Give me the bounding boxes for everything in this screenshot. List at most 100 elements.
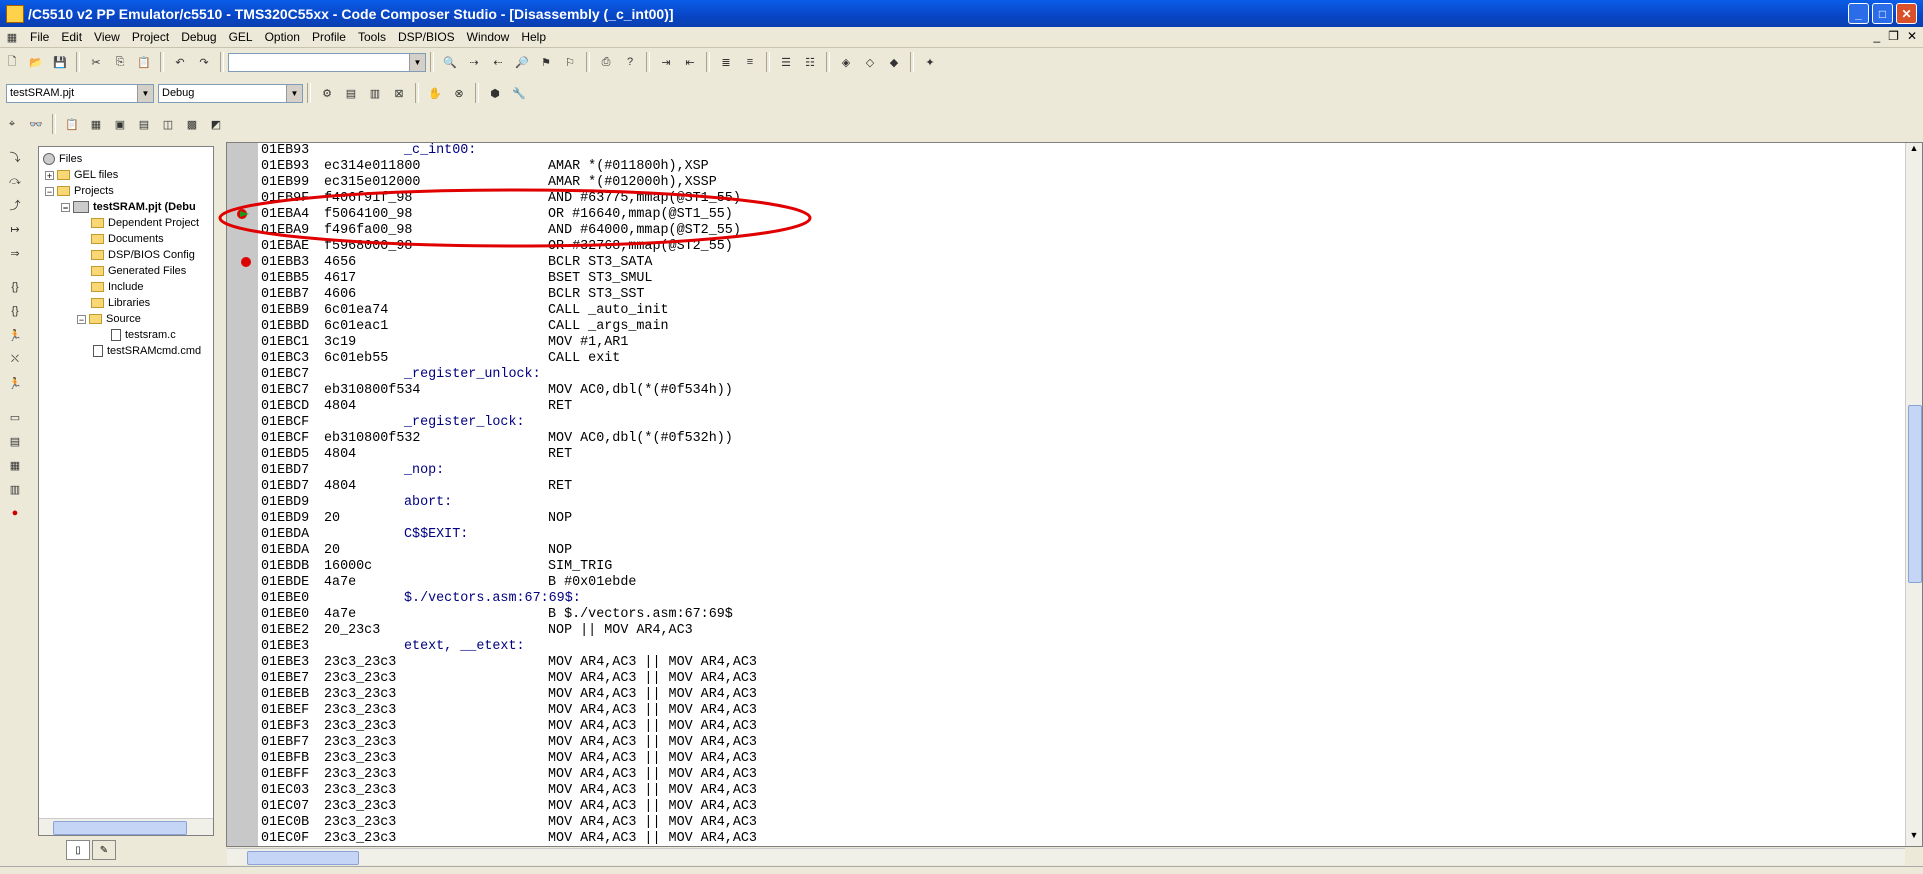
tree-source-file[interactable]: testsram.c [111,327,176,343]
disassembly-line[interactable]: 01EBC1 3c19 MOV #1,AR1 [261,335,757,351]
scroll-up-icon[interactable]: ▲ [1906,143,1922,159]
disassembly-line[interactable]: 01EBB3 4656 BCLR ST3_SATA [261,255,757,271]
mdi-minimize-icon[interactable]: _ [1873,29,1880,43]
disassembly-line[interactable]: 01EBE3 etext, __etext: [261,639,757,655]
disassembly-line[interactable]: 01EBEF 23c3_23c3 MOV AR4,AC3 || MOV AR4,AC… [261,703,757,719]
chevron-down-icon[interactable]: ▼ [137,84,153,102]
disassembly-line[interactable]: 01EBDA 20 NOP [261,543,757,559]
disassembly-line[interactable]: 01EBDB 16000c SIM_TRIG [261,559,757,575]
menu-gel[interactable]: GEL [223,30,259,44]
tree-gel-files[interactable]: + GEL files [45,167,118,183]
menu-profile[interactable]: Profile [306,30,352,44]
run-icon[interactable]: 🏃 [6,325,24,345]
compile-icon[interactable]: ⚙ [318,84,336,102]
scrollbar-thumb[interactable] [247,851,359,865]
run-to-cursor-icon[interactable]: ↦ [6,219,24,239]
menu-option[interactable]: Option [259,30,306,44]
halt-run-icon[interactable]: ⛌ [6,349,24,369]
disassembly-horizontal-scrollbar[interactable] [227,848,1905,865]
disassembly-line[interactable]: 01EBE7 23c3_23c3 MOV AR4,AC3 || MOV AR4,AC… [261,671,757,687]
disassembly-line[interactable]: 01EC0B 23c3_23c3 MOV AR4,AC3 || MOV AR4,AC… [261,815,757,831]
toggle-bookmark-icon[interactable]: ≣ [717,53,735,71]
project-combo[interactable]: testSRAM.pjt ▼ [6,83,154,103]
collapse-icon[interactable]: − [77,314,86,324]
registers-icon[interactable]: ▣ [111,115,129,133]
help-icon[interactable]: ? [621,53,639,71]
tree-source[interactable]: − Source [77,311,141,327]
step-into-icon[interactable]: ⤵ [6,147,24,167]
disassembly-line[interactable]: 01EBE0 4a7e B $./vectors.asm:67:69$ [261,607,757,623]
indent-icon[interactable]: ⇥ [657,53,675,71]
print-icon[interactable]: ⎙ [597,53,615,71]
bookmark-icon[interactable]: ⚑ [537,53,555,71]
disassembly-vertical-scrollbar[interactable]: ▲ ▼ [1905,143,1922,846]
build-icon[interactable]: ▤ [342,84,360,102]
minimize-icon[interactable]: _ [1848,3,1869,24]
disassembly-line[interactable]: 01EBC7 eb310800f534 MOV AC0,dbl(*(#0f534h)… [261,383,757,399]
clipboard-icon[interactable]: 📋 [63,115,81,133]
disassembly-line[interactable]: 01EC0F 23c3_23c3 MOV AR4,AC3 || MOV AR4,AC… [261,831,757,846]
scrollbar-thumb[interactable] [1908,405,1922,583]
assembly-step-into-icon[interactable]: {} [6,277,24,297]
chevron-down-icon[interactable]: ▼ [409,53,425,71]
disassembly-line[interactable]: 01EBCF _register_lock: [261,415,757,431]
disassembly-line[interactable]: 01EBC7 _register_unlock: [261,367,757,383]
disassembly-line[interactable]: 01EBFF 23c3_23c3 MOV AR4,AC3 || MOV AR4,AC… [261,767,757,783]
menu-file[interactable]: File [24,30,55,44]
tree-libraries[interactable]: Libraries [91,295,150,311]
disassembly-line[interactable]: 01EBD9 20 NOP [261,511,757,527]
watch-add-icon[interactable]: ◇ [861,53,879,71]
redo-icon[interactable]: ↷ [195,53,213,71]
image-icon[interactable]: ▩ [183,115,201,133]
menu-debug[interactable]: Debug [175,30,222,44]
tree-include[interactable]: Include [91,279,143,295]
disassembly-line[interactable]: 01EBEB 23c3_23c3 MOV AR4,AC3 || MOV AR4,AC… [261,687,757,703]
tree-project[interactable]: − testSRAM.pjt (Debu [61,199,196,215]
memory-icon[interactable]: ▦ [87,115,105,133]
expand-icon[interactable]: + [45,170,54,180]
outdent-icon[interactable]: ⇤ [681,53,699,71]
watch-icon[interactable]: ◈ [837,53,855,71]
glasses-icon[interactable]: 👓 [27,115,45,133]
disassembly-line[interactable]: 01EBD5 4804 RET [261,447,757,463]
graph-icon[interactable]: ◫ [159,115,177,133]
tree-root[interactable]: Files [43,151,82,167]
tree-dspbios[interactable]: DSP/BIOS Config [91,247,195,263]
disassembly-line[interactable]: 01EBE3 23c3_23c3 MOV AR4,AC3 || MOV AR4,AC… [261,655,757,671]
disassembly-line[interactable]: 01EBF7 23c3_23c3 MOV AR4,AC3 || MOV AR4,AC… [261,735,757,751]
menu-view[interactable]: View [88,30,126,44]
find-icon[interactable]: 🔍 [441,53,459,71]
find-prev-icon[interactable]: ⇠ [489,53,507,71]
open-folder-icon[interactable]: 📂 [27,53,45,71]
disassembly-line[interactable]: 01EBE0 $./vectors.asm:67:69$: [261,591,757,607]
mdi-restore-icon[interactable]: ❐ [1888,29,1899,43]
bookmark-tab-icon[interactable]: ✎ [92,840,116,860]
assembly-step-over-icon[interactable]: {} [6,301,24,321]
scroll-down-icon[interactable]: ▼ [1906,830,1922,846]
disassembly-line[interactable]: 01EB93 _c_int00: [261,143,757,159]
save-icon[interactable]: 💾 [51,53,69,71]
stop-build-icon[interactable]: ⊠ [390,84,408,102]
collapse-icon[interactable]: − [61,202,70,212]
disassembly-line[interactable]: 01EBF3 23c3_23c3 MOV AR4,AC3 || MOV AR4,AC… [261,719,757,735]
target-icon[interactable]: ⌖ [3,115,21,133]
disassembly-line[interactable]: 01EB93 ec314e011800 AMAR *(#011800h),XSP [261,159,757,175]
set-pc-icon[interactable]: ⇒ [6,243,24,263]
disassembly-line[interactable]: 01EBC3 6c01eb55 CALL exit [261,351,757,367]
disassembly-line[interactable]: 01EBBD 6c01eac1 CALL _args_main [261,319,757,335]
list-alt-icon[interactable]: ☷ [801,53,819,71]
remove-breakpoints-icon[interactable]: ⊗ [450,84,468,102]
new-file-icon[interactable]: 🗋 [3,53,21,71]
disassembly-line[interactable]: 01EBB9 6c01ea74 CALL _auto_init [261,303,757,319]
find-next-icon[interactable]: ⇢ [465,53,483,71]
find-in-files-icon[interactable]: 🔎 [513,53,531,71]
collapse-icon[interactable]: − [45,186,54,196]
maximize-icon[interactable]: □ [1872,3,1893,24]
hand-icon[interactable]: ✋ [426,84,444,102]
step-out-icon[interactable]: ⤴ [6,195,24,215]
watch-window-icon[interactable]: ▦ [6,455,24,475]
menu-window[interactable]: Window [461,30,516,44]
paste-icon[interactable]: 📋 [135,53,153,71]
child-window-icon[interactable]: ▦ [3,28,21,46]
tree-cmd-file[interactable]: testSRAMcmd.cmd [93,343,201,359]
